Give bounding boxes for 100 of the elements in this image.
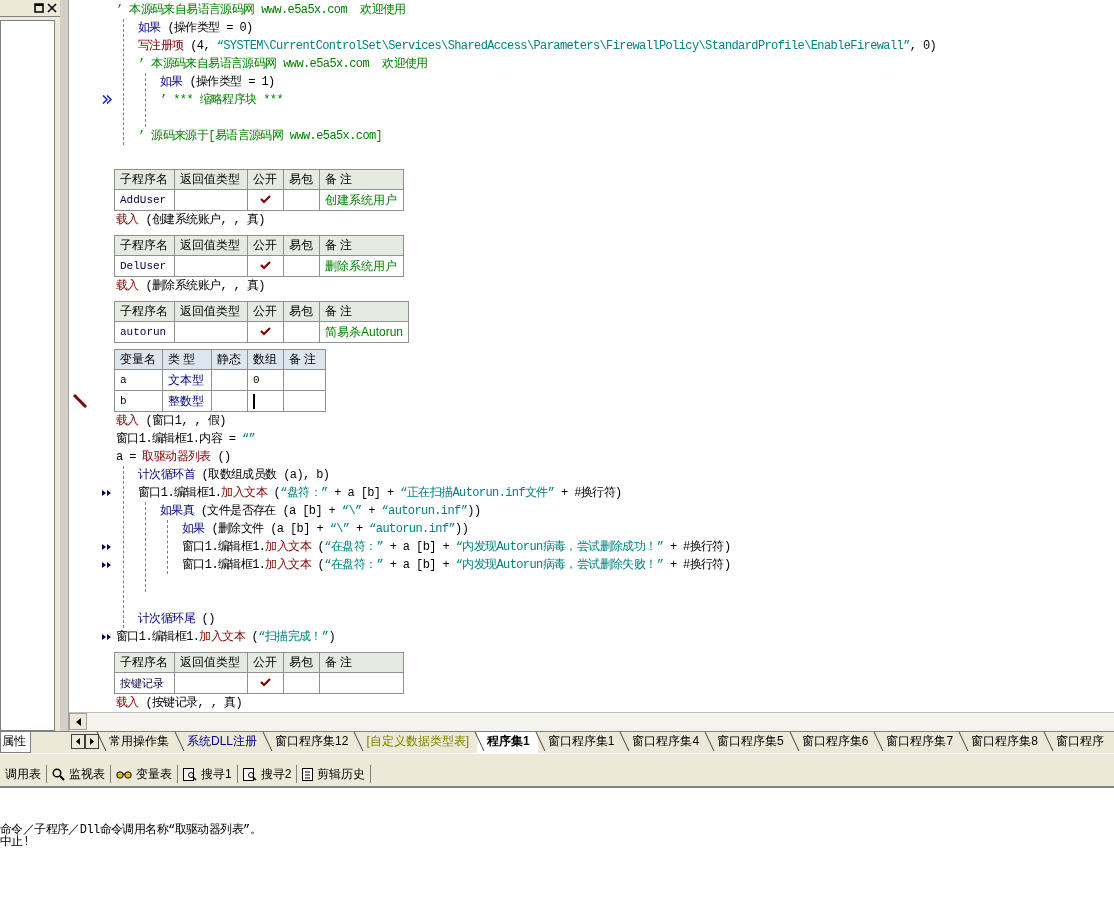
check-icon	[260, 261, 271, 270]
tab[interactable]: 窗口程序	[1045, 732, 1112, 753]
column-header: 类 型	[162, 349, 212, 370]
column-header: 静态	[211, 349, 248, 370]
tab[interactable]: 系统DLL注册	[177, 732, 265, 753]
code-line: 载入 (按键记录, , 真)	[116, 696, 243, 710]
column-header: 子程序名	[114, 235, 175, 256]
column-header: 返回值类型	[174, 652, 248, 673]
find-icon	[242, 767, 257, 781]
toolbar-button[interactable]: 搜寻2	[237, 765, 298, 783]
left-arrow-icon	[76, 738, 80, 745]
toolbar-button[interactable]: 搜寻1	[178, 765, 238, 783]
table-cell: a	[114, 369, 163, 391]
code-line: 窗口1.编辑框1.加入文本 (“在盘符：” + a [b] + “内发现Autorun病毒，尝试删除失败！” + #换行符)	[182, 558, 731, 572]
table-cell: 简易杀Autorun	[319, 321, 409, 343]
tab[interactable]: 程序集1	[477, 732, 538, 753]
check-icon	[260, 327, 271, 336]
tab[interactable]: 窗口程序集4	[622, 732, 708, 753]
text-cursor	[253, 393, 255, 409]
column-header: 易包	[283, 169, 320, 190]
maximize-icon[interactable]	[34, 3, 44, 13]
code-line: 如果真 (文件是否存在 (a [b] + “\” + “autorun.inf”))	[160, 504, 481, 518]
scroll-left-button[interactable]	[69, 713, 87, 731]
close-icon[interactable]	[47, 3, 57, 13]
toolbar-label: 搜寻2	[260, 766, 292, 783]
table-cell: 0	[247, 369, 284, 391]
table-cell: 文本型	[162, 369, 212, 391]
tab[interactable]: 窗口程序集5	[707, 732, 792, 753]
code-line: ’ *** 缩略程序块 ***	[160, 93, 283, 107]
column-header: 返回值类型	[174, 169, 248, 190]
table-cell	[283, 369, 326, 391]
column-header: 易包	[283, 235, 320, 256]
search-icon	[52, 767, 65, 781]
tab-right-button[interactable]	[85, 734, 99, 749]
code-line: ’ 本源码来自易语言源码网 www.e5a5x.com 欢迎使用	[138, 57, 428, 71]
column-header: 子程序名	[114, 652, 175, 673]
code-line: 如果 (删除文件 (a [b] + “\” + “autorun.inf”))	[182, 522, 469, 536]
code-line: 窗口1.编辑框1.加入文本 (“盘符：” + a [b] + “正在扫描Autorun.inf文件” + #换行符)	[138, 486, 622, 500]
tab[interactable]: 窗口程序集8	[961, 732, 1046, 753]
column-header: 易包	[283, 301, 320, 322]
column-header: 公开	[247, 301, 284, 322]
side-tab[interactable]: 属性	[0, 732, 31, 753]
toolbar-label: 剪辑历史	[317, 766, 366, 783]
toolbar-button[interactable]: 监视表	[47, 765, 111, 783]
left-arrow-icon	[75, 717, 81, 726]
column-header: 子程序名	[114, 169, 175, 190]
right-arrow-icon	[90, 738, 94, 745]
table-cell: 按键记录	[114, 672, 175, 694]
column-header: 返回值类型	[174, 301, 248, 322]
find-icon	[183, 767, 197, 781]
column-header: 备 注	[319, 235, 404, 256]
table-cell: 删除系统用户	[319, 255, 404, 277]
column-header: 变量名	[114, 349, 163, 370]
code-line: a = 取驱动器列表 ()	[116, 450, 231, 464]
code-line: 计次循环首 (取数组成员数 (a), b)	[138, 468, 330, 482]
output-line: 中止!	[0, 836, 31, 848]
code-line: 窗口1.编辑框1.内容 = “”	[116, 432, 256, 446]
column-header: 公开	[247, 235, 284, 256]
check-icon	[260, 195, 271, 204]
column-header: 易包	[283, 652, 320, 673]
tab[interactable]: 窗口程序集1	[537, 732, 623, 753]
code-line: 写注册项 (4, “SYSTEM\CurrentControlSet\Services\SharedAccess\Parameters\FirewallPolicy\StandardProfile\EnableFirewall”, 0)	[138, 39, 937, 53]
code-line: ’ 本源码来自易语言源码网 www.e5a5x.com 欢迎使用	[116, 3, 406, 17]
column-header: 公开	[247, 652, 284, 673]
toolbar-label: 监视表	[69, 766, 105, 783]
code-line: 载入 (创建系统账户, , 真)	[116, 213, 265, 227]
tab[interactable]: 常用操作集	[99, 732, 177, 753]
column-header: 数组	[247, 349, 284, 370]
tab-left-button[interactable]	[71, 734, 85, 749]
column-header: 子程序名	[114, 301, 175, 322]
column-header: 公开	[247, 169, 284, 190]
tab[interactable]: [自定义数据类型表]	[356, 732, 478, 753]
code-line: 如果 (操作类型 = 1)	[160, 75, 275, 89]
column-header: 备 注	[319, 169, 404, 190]
column-header: 备 注	[319, 652, 404, 673]
toolbar-button[interactable]: 变量表	[111, 765, 178, 783]
column-header: 备 注	[319, 301, 409, 322]
table-cell: autorun	[114, 321, 175, 343]
code-line: 窗口1.编辑框1.加入文本 (“在盘符：” + a [b] + “内发现Autorun病毒，尝试删除成功！” + #换行符)	[182, 540, 731, 554]
code-line: 载入 (删除系统账户, , 真)	[116, 279, 265, 293]
code-line: ’ 源码来源于[易语言源码网 www.e5a5x.com]	[138, 129, 383, 143]
check-icon	[260, 678, 271, 687]
toolbar-label: 变量表	[136, 766, 172, 783]
code-line: 窗口1.编辑框1.加入文本 (“扫描完成！”)	[116, 630, 336, 644]
output-line: 命令／子程序／Dll命令调用名称“取驱动器列表”。	[0, 824, 262, 836]
document-icon	[302, 767, 314, 781]
tab[interactable]: 窗口程序集6	[791, 732, 877, 753]
code-line: 如果 (操作类型 = 0)	[138, 21, 253, 35]
table-cell: DelUser	[114, 255, 175, 277]
code-line: 载入 (窗口1, , 假)	[116, 414, 226, 428]
toolbar-label: 调用表	[5, 766, 41, 783]
code-line: 计次循环尾 ()	[138, 612, 215, 626]
tab[interactable]: 窗口程序集12	[265, 732, 357, 753]
table-cell: 创建系统用户	[319, 189, 404, 211]
toolbar-button[interactable]: 剪辑历史	[297, 765, 372, 783]
tab[interactable]: 窗口程序集7	[876, 732, 962, 753]
table-cell: 整数型	[162, 390, 212, 412]
glasses-icon	[116, 768, 132, 780]
toolbar-button[interactable]: 调用表	[0, 765, 47, 783]
table-cell: AddUser	[114, 189, 175, 211]
